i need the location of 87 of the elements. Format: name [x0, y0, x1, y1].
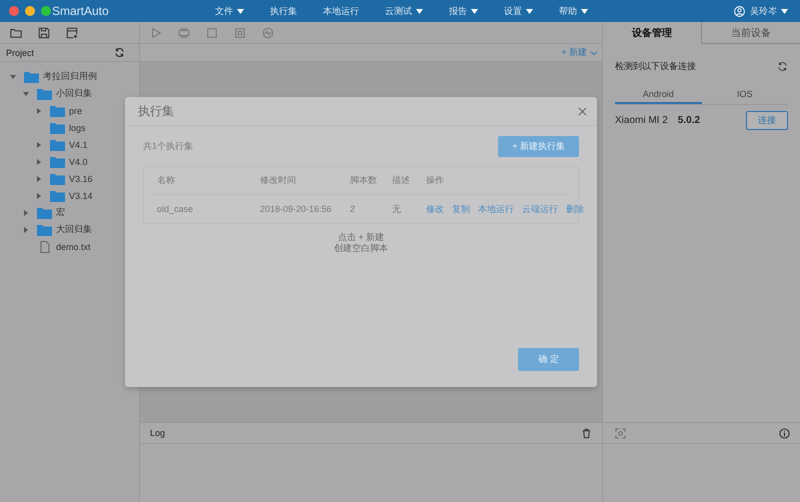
menu-item[interactable]: 文件: [209, 4, 250, 18]
detect-label: 检测到以下设备连接: [615, 60, 696, 72]
folder-icon: [50, 190, 65, 202]
tree-item[interactable]: pre: [69, 106, 82, 116]
folder-icon: [37, 88, 52, 100]
folder-icon: [24, 70, 39, 82]
collapsed-arrow-icon[interactable]: [36, 142, 42, 148]
collapsed-arrow-icon[interactable]: [36, 108, 42, 114]
record-icon[interactable]: [178, 26, 190, 38]
os-tab[interactable]: Android: [615, 86, 702, 104]
collapsed-arrow-icon[interactable]: [23, 210, 29, 216]
minimize-button[interactable]: [25, 6, 35, 16]
focus-icon[interactable]: [615, 428, 626, 438]
app-name: SmartAuto: [52, 4, 110, 18]
save-icon[interactable]: [38, 26, 50, 38]
table-cell-text: 无: [392, 202, 402, 216]
collapsed-arrow-icon[interactable]: [36, 158, 42, 164]
refresh-icon[interactable]: [114, 47, 125, 58]
set-count: 共1个执行集: [143, 140, 194, 152]
tree-item[interactable]: logs: [69, 122, 86, 132]
folder-icon: [50, 172, 65, 184]
dropdown-caret-icon: [781, 8, 788, 14]
tree-item[interactable]: 大回归集: [56, 223, 92, 236]
tree-item[interactable]: V3.16: [69, 174, 93, 184]
folder-icon: [50, 156, 65, 168]
expanded-arrow-icon[interactable]: [23, 90, 29, 96]
play-icon[interactable]: [150, 26, 162, 38]
user-menu[interactable]: 吴玲岑: [750, 4, 788, 18]
tree-item[interactable]: V4.1: [69, 140, 88, 150]
pulse-icon[interactable]: [262, 26, 274, 38]
table-cell-text: old_case: [156, 204, 194, 214]
tree-item[interactable]: demo.txt: [56, 242, 91, 252]
tree-item[interactable]: 小回归集: [56, 87, 92, 100]
panel-tab[interactable]: 当前设备: [701, 22, 800, 44]
save-as-icon[interactable]: [66, 26, 78, 38]
caret-icon[interactable]: [590, 50, 598, 56]
column-header: 描述: [392, 174, 411, 187]
dropdown-caret-icon: [237, 8, 244, 14]
dropdown-caret-icon: [526, 8, 533, 14]
user-icon: [734, 6, 745, 16]
folder-icon: [50, 104, 65, 116]
close-window-button[interactable]: [9, 6, 19, 16]
folder-icon: [50, 122, 65, 134]
folder-icon: [50, 138, 65, 150]
screenshot-icon[interactable]: [234, 26, 246, 38]
os-tab[interactable]: IOS: [702, 86, 788, 104]
column-header: 修改时间: [260, 174, 297, 187]
collapsed-arrow-icon[interactable]: [23, 226, 29, 232]
dialog-title: 执行集: [138, 102, 174, 120]
log-title: Log: [150, 428, 166, 438]
tree-item[interactable]: V3.14: [69, 190, 93, 200]
dropdown-caret-icon: [416, 8, 423, 14]
hint-text: 点击 + 新建: [338, 232, 384, 243]
zoom-button[interactable]: [41, 6, 51, 16]
panel-title: Project: [6, 48, 34, 58]
column-header: 脚本数: [350, 174, 378, 187]
info-icon[interactable]: [779, 428, 790, 438]
connect-button[interactable]: 连接: [746, 110, 788, 130]
tree-item[interactable]: 宏: [56, 206, 65, 219]
folder-icon[interactable]: [10, 26, 22, 38]
stop-icon[interactable]: [206, 26, 218, 38]
close-icon[interactable]: [578, 106, 587, 116]
tree-item[interactable]: 考拉回归用例: [43, 70, 97, 83]
hint-text: 创建空白脚本: [334, 243, 388, 254]
collapsed-arrow-icon[interactable]: [36, 176, 42, 182]
refresh-icon[interactable]: [777, 60, 788, 72]
column-header: 操作: [426, 174, 445, 187]
menu-item[interactable]: 报告: [443, 4, 484, 18]
menu-item[interactable]: 执行集: [264, 4, 303, 18]
menu-item[interactable]: 帮助: [553, 4, 594, 18]
expanded-arrow-icon[interactable]: [10, 74, 16, 80]
device-version: 5.0.2: [678, 114, 700, 126]
collapsed-arrow-icon[interactable]: [36, 192, 42, 198]
device-name: Xiaomi MI 2: [615, 114, 668, 126]
panel-tab[interactable]: 设备管理: [603, 22, 701, 44]
menu-item[interactable]: 云测试: [379, 4, 429, 18]
dropdown-caret-icon: [471, 8, 478, 14]
tree-item[interactable]: V4.0: [69, 156, 88, 166]
menu-item[interactable]: 本地运行: [317, 4, 365, 18]
dropdown-caret-icon: [581, 8, 588, 14]
table-cell-text: 2018-09-20-16:56: [260, 204, 333, 214]
menu-item[interactable]: 设置: [498, 4, 539, 18]
folder-icon: [37, 206, 52, 218]
table-cell-text: 2: [350, 204, 356, 214]
folder-icon: [37, 224, 52, 236]
column-header: 名称: [156, 174, 176, 187]
trash-icon[interactable]: [581, 428, 592, 438]
